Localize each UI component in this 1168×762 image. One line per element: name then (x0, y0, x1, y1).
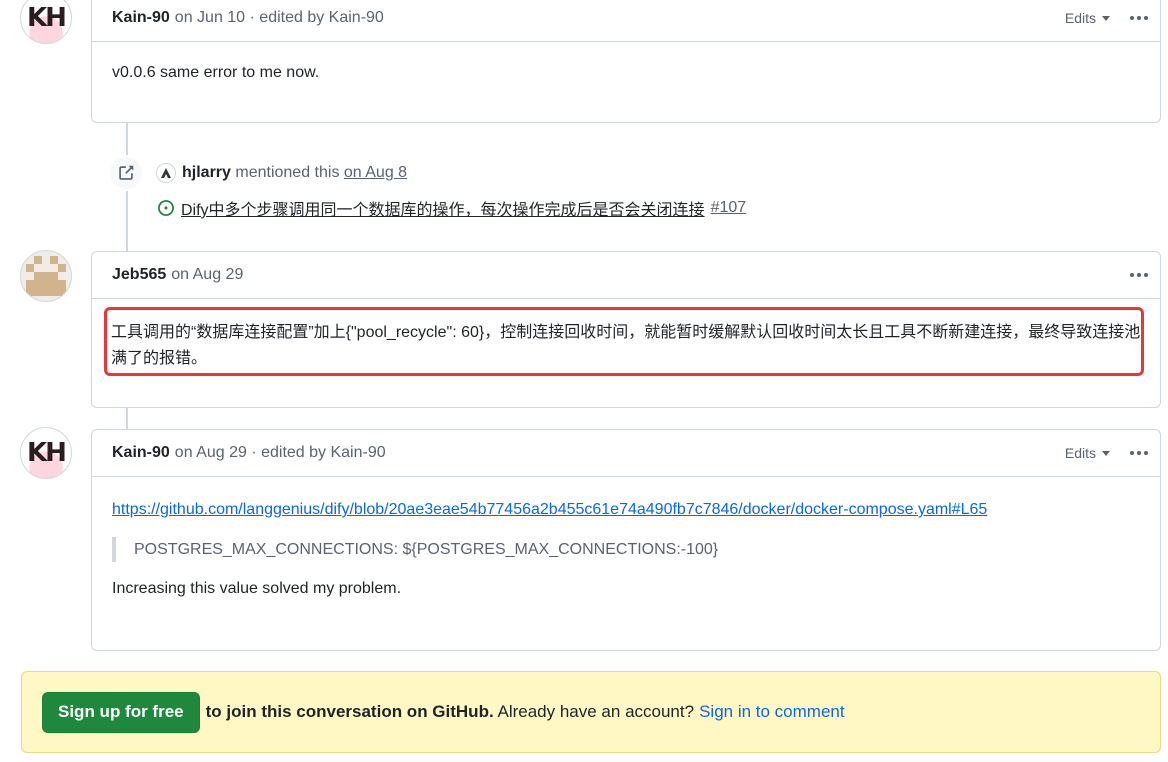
comment-body: 工具调用的“数据库连接配置”加上{"pool_recycle": 60}，控制连… (92, 299, 1160, 396)
signup-join-text: to join this conversation on GitHub. (205, 702, 494, 721)
identicon-icon (26, 256, 66, 296)
edits-dropdown[interactable]: Edits (1065, 10, 1110, 26)
signup-button[interactable]: Sign up for free (42, 691, 200, 733)
cross-reference-icon (108, 155, 144, 191)
signup-banner: Sign up for free to join this conversati… (21, 671, 1161, 753)
signin-link[interactable]: Sign in to comment (699, 702, 845, 722)
mention-event: hjlarry mentioned this on Aug 8 (108, 155, 407, 191)
kebab-menu-icon[interactable] (1130, 16, 1148, 20)
kebab-menu-icon[interactable] (1130, 451, 1148, 455)
mention-action: mentioned this (235, 164, 340, 181)
signup-account-text: Already have an account? (497, 702, 695, 721)
comment-body: v0.0.6 same error to me now. (92, 42, 1160, 106)
caret-down-icon (1102, 450, 1110, 456)
edits-label: Edits (1064, 10, 1096, 26)
comment-text: Increasing this value solved my problem. (112, 580, 402, 598)
issue-number[interactable]: #107 (711, 199, 747, 217)
comment: Kain-90 on Aug 29 · edited by Kain-90 Ed… (91, 429, 1161, 651)
avatar[interactable]: KH (20, 0, 72, 44)
comment-header: Kain-90 on Jun 10 · edited by Kain-90 Ed… (92, 0, 1160, 42)
mention-avatar[interactable] (156, 163, 176, 183)
mentioned-issue[interactable]: Dify中多个步骤调用同一个数据库的操作，每次操作完成后是否会关闭连接 #107 (157, 196, 746, 220)
timeline-line (126, 407, 128, 429)
comment: Jeb565 on Aug 29 工具调用的“数据库连接配置”加上{"pool_… (91, 251, 1161, 408)
issue-title[interactable]: Dify中多个步骤调用同一个数据库的操作，每次操作完成后是否会关闭连接 (181, 196, 705, 220)
mention-date[interactable]: on Aug 8 (344, 164, 407, 181)
comment-author[interactable]: Jeb565 (112, 266, 166, 284)
avatar[interactable]: KH (20, 427, 72, 479)
docker-compose-link[interactable]: https://github.com/langgenius/dify/blob/… (112, 501, 987, 518)
comment-meta[interactable]: on Aug 29 · edited by Kain-90 (175, 444, 386, 462)
comment-author[interactable]: Kain-90 (112, 444, 170, 462)
kebab-menu-icon[interactable] (1130, 273, 1148, 277)
comment-meta[interactable]: on Aug 29 (171, 266, 243, 284)
comment-body: https://github.com/langgenius/dify/blob/… (92, 477, 1160, 622)
caret-down-icon (1102, 15, 1110, 21)
avatar[interactable] (20, 250, 72, 302)
comment-header: Kain-90 on Aug 29 · edited by Kain-90 Ed… (92, 430, 1160, 477)
mention-user[interactable]: hjlarry (182, 164, 231, 181)
comment-header: Jeb565 on Aug 29 (92, 252, 1160, 299)
comment-text: 工具调用的“数据库连接配置”加上{"pool_recycle": 60}，控制连… (111, 324, 1141, 367)
issue-open-icon (158, 200, 174, 216)
edits-dropdown[interactable]: Edits (1065, 445, 1110, 461)
highlight-box: 工具调用的“数据库连接配置”加上{"pool_recycle": 60}，控制连… (104, 307, 1144, 376)
comment-author[interactable]: Kain-90 (112, 9, 170, 27)
quote: POSTGRES_MAX_CONNECTIONS: ${POSTGRES_MAX… (112, 536, 1140, 563)
comment: Kain-90 on Jun 10 · edited by Kain-90 Ed… (91, 0, 1161, 123)
edits-label: Edits (1064, 445, 1096, 461)
avatar-initials: KH (27, 438, 67, 468)
comment-meta[interactable]: on Jun 10 · edited by Kain-90 (175, 9, 384, 27)
avatar-initials: KH (27, 3, 67, 33)
comment-text: v0.0.6 same error to me now. (112, 64, 320, 81)
